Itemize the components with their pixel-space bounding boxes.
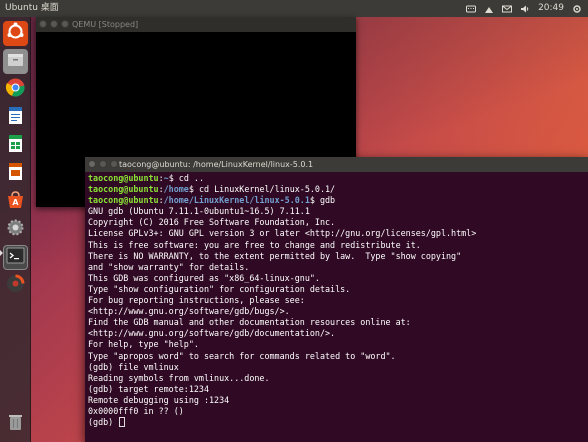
top-panel-title: Ubuntu 桌面 [5,3,59,13]
terminal-line: This GDB was configured as "x86_64-linux… [88,273,585,284]
terminal-line: For help, type "help". [88,339,585,350]
mail-icon[interactable] [502,4,513,14]
prompt-path: /home/LinuxKernel/linux-5.0.1 [163,195,310,206]
qemu-maximize-button[interactable] [61,20,69,28]
terminal-line: 0x0000fff0 in ?? () [88,406,585,417]
terminal-output-text: This is free software: you are free to c… [88,239,421,250]
terminal-minimize-button[interactable] [99,160,107,168]
indicator-area: 20:49 [466,0,582,17]
terminal-output-text: For bug reporting instructions, please s… [88,295,305,306]
launcher-settings-button[interactable] [3,217,28,242]
terminal-output[interactable]: taocong@ubuntu:~$ cd .. taocong@ubuntu:/h… [88,173,585,442]
terminal-close-button[interactable] [88,160,96,168]
terminal-output-text: <http://www.gnu.org/software/gdb/bugs/>. [88,306,290,317]
terminal-output-text: Find the GDB manual and other documentat… [88,317,411,328]
terminal-line: (gdb) file vmlinux [88,362,585,373]
qemu-minimize-button[interactable] [50,20,58,28]
launcher-files-button[interactable] [3,49,28,74]
terminal-output-text: Type "show configuration" for configurat… [88,283,351,294]
qemu-close-button[interactable] [39,20,47,28]
terminal-maximize-button[interactable] [110,160,118,168]
terminal-line: <http://www.gnu.org/software/gdb/documen… [88,328,585,339]
top-panel: Ubuntu 桌面 20:49 [0,0,588,17]
launcher-update-button[interactable] [3,273,28,298]
terminal-window-title: taocong@ubuntu: /home/LinuxKernel/linux-… [119,160,314,169]
terminal-output-text: This GDB was configured as "x86_64-linux… [88,272,320,283]
trash-icon [5,411,26,436]
launcher-impress-button[interactable] [3,161,28,186]
prompt-command: gdb [314,195,336,206]
terminal-line: taocong@ubuntu:/home$ cd LinuxKernel/lin… [88,184,585,195]
terminal-line: <http://www.gnu.org/software/gdb/bugs/>. [88,306,585,317]
prompt-user: taocong@ubuntu [88,173,159,183]
prompt-user: taocong@ubuntu [88,184,159,195]
power-gear-icon[interactable] [572,4,582,14]
terminal-line: (gdb) target remote:1234 [88,384,585,395]
terminal-line: GNU gdb (Ubuntu 7.11.1-0ubuntu1~16.5) 7.… [88,206,585,217]
terminal-line: taocong@ubuntu:/home/LinuxKernel/linux-5… [88,195,585,206]
terminal-output-text: Reading symbols from vmlinux...done. [88,372,270,383]
files-icon [5,49,26,74]
terminal-icon [5,245,26,270]
terminal-line: and "show warranty" for details. [88,262,585,273]
terminal-output-text: There is NO WARRANTY, to the extent perm… [88,250,462,261]
terminal-window[interactable]: taocong@ubuntu: /home/LinuxKernel/linux-… [85,157,588,442]
launcher-software-button[interactable]: A [3,189,28,214]
terminal-output-text: <http://www.gnu.org/software/gdb/documen… [88,328,336,339]
svg-text:A: A [12,198,19,207]
launcher-terminal-button[interactable] [3,245,28,270]
launcher-calc-button[interactable] [3,133,28,158]
volume-icon[interactable] [520,4,530,14]
terminal-output-text: Copyright (C) 2016 Free Software Foundat… [88,217,336,228]
terminal-output-text: (gdb) file vmlinux [88,361,179,372]
qemu-titlebar[interactable]: QEMU [Stopped] [36,17,356,32]
terminal-output-text: Remote debugging using :1234 [88,394,230,405]
keyboard-indicator-icon[interactable] [466,4,477,14]
terminal-line: (gdb) [88,417,585,428]
calc-icon [5,133,26,158]
writer-icon [5,105,26,130]
terminal-line: taocong@ubuntu:~$ cd .. [88,173,585,184]
terminal-output-text: and "show warranty" for details. [88,261,250,272]
terminal-titlebar[interactable]: taocong@ubuntu: /home/LinuxKernel/linux-… [85,157,588,172]
software-center-icon: A [5,189,26,214]
terminal-line: License GPLv3+: GNU GPL version 3 or lat… [88,228,585,239]
terminal-line: This is free software: you are free to c… [88,240,585,251]
terminal-output-text: License GPLv3+: GNU GPL version 3 or lat… [88,228,477,239]
terminal-line: Type "apropos word" to search for comman… [88,351,585,362]
terminal-output-text: GNU gdb (Ubuntu 7.11.1-0ubuntu1~16.5) 7.… [88,206,310,217]
ubuntu-logo-icon [5,21,26,46]
prompt-user: taocong@ubuntu [88,195,159,206]
terminal-line: Reading symbols from vmlinux...done. [88,373,585,384]
terminal-output-text: Type "apropos word" to search for comman… [88,350,396,361]
terminal-output-text: (gdb) target remote:1234 [88,383,210,394]
update-icon [5,273,26,298]
prompt-command: cd LinuxKernel/linux-5.0.1/ [193,184,336,195]
terminal-line: There is NO WARRANTY, to the extent perm… [88,251,585,262]
launcher-trash-button[interactable] [3,411,28,436]
launcher: A [0,17,31,442]
terminal-line: Type "show configuration" for configurat… [88,284,585,295]
terminal-line: Remote debugging using :1234 [88,395,585,406]
terminal-line: For bug reporting instructions, please s… [88,295,585,306]
prompt-path: /home [163,184,189,195]
launcher-chrome-button[interactable] [3,77,28,102]
gdb-prompt: (gdb) [88,417,119,428]
launcher-writer-button[interactable] [3,105,28,130]
terminal-output-text: 0x0000fff0 in ?? () [88,405,184,416]
prompt-command: cd .. [173,173,204,183]
impress-icon [5,161,26,186]
settings-icon [5,217,26,242]
terminal-cursor[interactable] [119,417,126,428]
qemu-window-title: QEMU [Stopped] [72,20,139,29]
terminal-window-controls [88,160,118,168]
terminal-line: Copyright (C) 2016 Free Software Foundat… [88,217,585,228]
qemu-window-controls [39,20,69,28]
network-icon[interactable] [484,4,494,14]
chrome-icon [5,77,26,102]
terminal-output-text: For help, type "help". [88,339,199,350]
terminal-line: Find the GDB manual and other documentat… [88,317,585,328]
clock[interactable]: 20:49 [538,0,564,17]
launcher-dash-button[interactable] [3,21,28,46]
